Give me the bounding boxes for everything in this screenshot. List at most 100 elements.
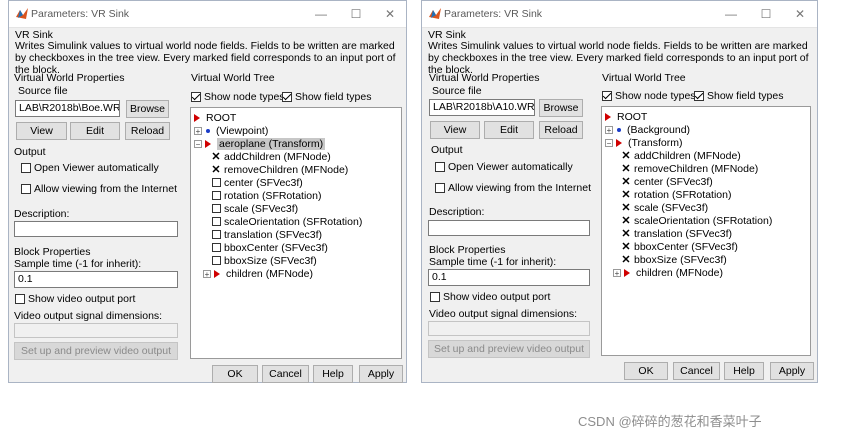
tree-field-scale[interactable]: scale (SFVec3f) <box>212 202 298 215</box>
apply-button[interactable]: Apply <box>770 362 814 380</box>
vwt-group-title: Virtual World Tree <box>602 72 686 84</box>
maximize-icon[interactable]: ☐ <box>343 5 369 23</box>
show-video-checkbox[interactable]: Show video output port <box>430 291 550 303</box>
allow-internet-checkbox[interactable]: Allow viewing from the Internet <box>435 182 591 194</box>
tree-field-center[interactable]: ✕ center (SFVec3f) <box>621 175 712 189</box>
field-checkbox[interactable] <box>212 178 221 187</box>
checkbox-box[interactable] <box>435 162 445 172</box>
expand-plus-icon[interactable]: + <box>605 125 613 134</box>
open-viewer-label: Open Viewer automatically <box>448 161 573 173</box>
checkbox-box[interactable] <box>21 184 31 194</box>
checkbox-box[interactable] <box>430 292 440 302</box>
open-viewer-checkbox[interactable]: Open Viewer automatically <box>435 161 573 173</box>
cancel-button[interactable]: Cancel <box>262 365 309 383</box>
block-props-title: Block Properties <box>429 244 506 256</box>
expand-plus-icon[interactable]: + <box>203 269 211 278</box>
minimize-icon[interactable]: — <box>308 5 334 23</box>
source-file-input[interactable]: LAB\R2018b\A10.WRL <box>429 99 535 116</box>
tree-node-children[interactable]: + children (MFNode) <box>203 267 313 280</box>
tree-node-label: bboxSize (SFVec3f) <box>634 253 727 266</box>
browse-button[interactable]: Browse <box>126 100 169 118</box>
browse-button[interactable]: Browse <box>539 99 583 117</box>
tree-field-center[interactable]: center (SFVec3f) <box>212 176 303 189</box>
reload-button[interactable]: Reload <box>539 121 583 139</box>
tree-field-scale[interactable]: ✕ scale (SFVec3f) <box>621 201 708 215</box>
checkbox-box[interactable] <box>21 163 31 173</box>
field-checkbox[interactable] <box>212 230 221 239</box>
show-video-checkbox[interactable]: Show video output port <box>15 293 135 305</box>
tree-field-addchildren[interactable]: ✕ addChildren (MFNode) <box>211 150 330 164</box>
tree-node-background[interactable]: + (Background) <box>605 123 690 136</box>
show-node-types-checkbox[interactable]: Show node types <box>191 91 285 103</box>
field-checkbox[interactable] <box>212 217 221 226</box>
tree-field-scaleorientation[interactable]: ✕ scaleOrientation (SFRotation) <box>621 214 772 228</box>
open-viewer-checkbox[interactable]: Open Viewer automatically <box>21 162 159 174</box>
sample-time-input[interactable]: 0.1 <box>428 269 590 286</box>
ok-button[interactable]: OK <box>624 362 668 380</box>
blue-dot-icon <box>617 127 621 132</box>
show-video-label: Show video output port <box>443 291 551 303</box>
checkbox-box[interactable] <box>282 92 292 102</box>
allow-internet-checkbox[interactable]: Allow viewing from the Internet <box>21 183 177 195</box>
tree-field-scaleorientation[interactable]: scaleOrientation (SFRotation) <box>212 215 362 228</box>
tree-field-addchildren[interactable]: ✕ addChildren (MFNode) <box>621 149 740 163</box>
tree-node-label: center (SFVec3f) <box>224 176 303 189</box>
tree-node-aeroplane[interactable]: − aeroplane (Transform) <box>194 137 326 150</box>
description-text: Writes Simulink values to virtual world … <box>428 40 809 76</box>
checkbox-box[interactable] <box>15 294 25 304</box>
field-checkbox[interactable] <box>212 256 221 265</box>
collapse-minus-icon[interactable]: − <box>194 139 202 148</box>
virtual-world-tree[interactable]: ROOT + (Viewpoint) − aeroplane (Transfor… <box>190 107 402 359</box>
edit-button[interactable]: Edit <box>484 121 534 139</box>
show-field-types-checkbox[interactable]: Show field types <box>694 90 783 102</box>
reload-button[interactable]: Reload <box>125 122 170 140</box>
source-file-input[interactable]: LAB\R2018b\Boe.WRL <box>15 100 120 117</box>
cancel-button[interactable]: Cancel <box>673 362 720 380</box>
description-input[interactable] <box>428 220 590 236</box>
tree-field-translation[interactable]: ✕ translation (SFVec3f) <box>621 227 732 241</box>
parameters-dialog-left: Parameters: VR Sink — ☐ ✕ VR Sink Writes… <box>8 0 407 383</box>
edit-button[interactable]: Edit <box>70 122 120 140</box>
tree-field-bboxcenter[interactable]: ✕ bboxCenter (SFVec3f) <box>621 240 738 254</box>
tree-field-bboxcenter[interactable]: bboxCenter (SFVec3f) <box>212 241 328 254</box>
show-field-types-checkbox[interactable]: Show field types <box>282 91 371 103</box>
collapse-minus-icon[interactable]: − <box>605 138 613 147</box>
checkbox-box[interactable] <box>435 183 445 193</box>
tree-field-bboxsize[interactable]: ✕ bboxSize (SFVec3f) <box>621 253 727 267</box>
field-checkbox[interactable] <box>212 191 221 200</box>
ok-button[interactable]: OK <box>212 365 258 383</box>
tree-node-viewpoint[interactable]: + (Viewpoint) <box>194 124 268 137</box>
video-dims-label: Video output signal dimensions: <box>429 308 578 320</box>
tree-node-root[interactable]: ROOT <box>605 110 647 123</box>
maximize-icon[interactable]: ☐ <box>753 5 779 23</box>
field-checkbox[interactable] <box>212 243 221 252</box>
checkbox-box[interactable] <box>191 92 201 102</box>
tree-field-rotation[interactable]: ✕ rotation (SFRotation) <box>621 188 731 202</box>
virtual-world-tree[interactable]: ROOT + (Background) − (Transform) ✕ addC… <box>601 106 811 356</box>
help-button[interactable]: Help <box>724 362 764 380</box>
sample-time-input[interactable]: 0.1 <box>14 271 178 288</box>
help-button[interactable]: Help <box>313 365 353 383</box>
checkbox-box[interactable] <box>602 91 612 101</box>
expand-plus-icon[interactable]: + <box>194 126 202 135</box>
close-icon[interactable]: ✕ <box>377 5 403 23</box>
tree-field-translation[interactable]: translation (SFVec3f) <box>212 228 322 241</box>
close-icon[interactable]: ✕ <box>787 5 813 23</box>
show-node-types-checkbox[interactable]: Show node types <box>602 90 696 102</box>
description-input[interactable] <box>14 221 178 237</box>
expand-plus-icon[interactable]: + <box>613 268 621 277</box>
tree-node-children[interactable]: + children (MFNode) <box>613 266 723 279</box>
tree-field-rotation[interactable]: rotation (SFRotation) <box>212 189 321 202</box>
tree-node-transform[interactable]: − (Transform) <box>605 136 682 149</box>
tree-node-root[interactable]: ROOT <box>194 111 236 124</box>
apply-button[interactable]: Apply <box>359 365 403 383</box>
view-button[interactable]: View <box>430 121 480 139</box>
checkbox-box[interactable] <box>694 91 704 101</box>
view-button[interactable]: View <box>16 122 67 140</box>
field-checkbox[interactable] <box>212 204 221 213</box>
minimize-icon[interactable]: — <box>718 5 744 23</box>
tree-field-removechildren[interactable]: ✕ removeChildren (MFNode) <box>621 162 758 176</box>
x-mark-icon: ✕ <box>621 228 631 240</box>
tree-field-removechildren[interactable]: ✕ removeChildren (MFNode) <box>211 163 348 177</box>
tree-field-bboxsize[interactable]: bboxSize (SFVec3f) <box>212 254 317 267</box>
